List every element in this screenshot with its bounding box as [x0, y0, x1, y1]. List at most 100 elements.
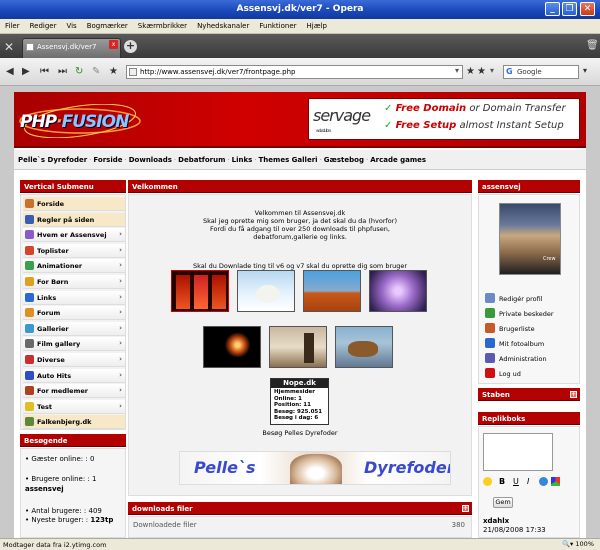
rewind-icon[interactable]: ⏮ [40, 66, 49, 77]
gallery-thumbnail[interactable] [237, 270, 295, 312]
gallery-thumbnail[interactable] [203, 326, 261, 368]
sidebar-item[interactable]: Regler på siden [23, 212, 125, 227]
page-viewport: PHP·FUSION servage web solutions ✓ Free D… [0, 86, 600, 538]
zoom-control[interactable]: 🔍▾ 100% [562, 540, 594, 548]
nav-link[interactable]: Debatforum [178, 156, 225, 164]
sidebar-item[interactable]: Forside [23, 197, 125, 211]
nav-link[interactable]: Downloads [129, 156, 172, 164]
pelles-dyrefoder-banner[interactable]: Pelle`s Dyrefoder [179, 451, 451, 485]
vertical-submenu: Forside Regler på siden Hvem er Assensvej ›… [20, 194, 126, 430]
search-input[interactable]: G Google [503, 65, 579, 79]
tools-icon[interactable]: ✕ [4, 40, 14, 54]
gallery-thumbnail[interactable] [335, 326, 393, 368]
newest-member-link[interactable]: 123tp [90, 516, 113, 524]
user-avatar[interactable]: Crew [499, 203, 561, 275]
menu-skaermbrikker[interactable]: Skærmbrikker [133, 19, 192, 33]
close-window-button[interactable]: ✕ [580, 2, 595, 16]
tab-assensvej[interactable]: Assensvj.dk/ver7 x [22, 38, 121, 58]
fast-forward-icon[interactable]: ⏭ [58, 66, 67, 77]
gallery-thumbnail[interactable] [303, 270, 361, 312]
color-palette-icon[interactable] [551, 477, 560, 486]
sidebar-item[interactable]: Test › [23, 399, 125, 414]
panel-title: Staben [482, 391, 510, 399]
shout-user[interactable]: xdahlx [483, 517, 509, 525]
submit-shout-button[interactable]: Gem [493, 497, 513, 508]
sidebar-item[interactable]: Film gallery › [23, 337, 125, 352]
address-input[interactable]: http://www.assensvej.dk/ver7/frontpage.p… [126, 65, 463, 79]
sidebar-item[interactable]: Auto Hits › [23, 368, 125, 383]
online-member-link[interactable]: assensvej [25, 485, 64, 493]
user-menu-icon [485, 368, 495, 378]
menu-nyhedskanaler[interactable]: Nyhedskanaler [192, 19, 254, 33]
nav-link[interactable]: Themes Galleri [259, 156, 318, 164]
download-info-text: Skal du Downlade ting til v6 og v7 skal … [192, 262, 408, 270]
forward-icon[interactable]: ▶ [22, 66, 30, 77]
sidebar-item[interactable]: Diverse › [23, 353, 125, 367]
reload-icon[interactable]: ↻ [75, 66, 83, 77]
smiley-icon[interactable] [483, 477, 492, 486]
sidebar-item-label: For medlemer [37, 387, 88, 396]
sidebar-item[interactable]: For medlemer › [23, 384, 125, 399]
visitor-counter[interactable]: Nope.dk Hjemmesider Online: 1 Position: … [270, 378, 329, 425]
maximize-button[interactable]: ❐ [562, 2, 577, 16]
bookmark-star-icon[interactable]: ★ [109, 66, 118, 77]
link-icon[interactable] [539, 477, 548, 486]
sidebar-item[interactable]: Falkenbjerg.dk [23, 415, 125, 430]
minimize-button[interactable]: _ [545, 2, 560, 16]
user-menu-item[interactable]: Redigér profil [485, 293, 543, 303]
sidebar-item[interactable]: Forum › [23, 306, 125, 321]
gallery-thumbnail[interactable] [369, 270, 427, 312]
back-icon[interactable]: ◀ [6, 66, 14, 77]
new-tab-button[interactable]: + [124, 40, 137, 53]
menu-hjaelp[interactable]: Hjælp [302, 19, 332, 33]
underline-button[interactable]: U [513, 477, 519, 486]
add-bookmark-star-icon[interactable]: ★ [466, 66, 475, 77]
user-menu-item[interactable]: Mit fotoalbum [485, 338, 544, 348]
servage-ad-banner[interactable]: servage web solutions ✓ Free Domain or Do… [308, 98, 580, 140]
check-icon: ✓ [384, 103, 393, 114]
nav-link[interactable]: Arcade games [370, 156, 426, 164]
chevron-right-icon: › [119, 277, 122, 285]
search-go-icon[interactable]: ▾ [583, 66, 587, 75]
sidebar-item[interactable]: Animationer › [23, 259, 125, 274]
welcome-panel: Velkommen til Assensvej.dk Skal jeg opre… [128, 194, 472, 496]
gallery-thumbnail[interactable] [171, 270, 229, 312]
sidebar-item[interactable]: Links › [23, 290, 125, 305]
nav-link[interactable]: Pelle`s Dyrefoder [18, 156, 87, 164]
nav-link[interactable]: Links [232, 156, 253, 164]
sidebar-item[interactable]: Gallerier › [23, 321, 125, 336]
downloads-header: downloads filer + [128, 502, 472, 515]
user-menu-item[interactable]: Administration [485, 353, 547, 363]
menu-vis[interactable]: Vis [61, 19, 81, 33]
sidebar-item-label: Diverse [37, 356, 65, 364]
expand-icon[interactable]: + [462, 505, 469, 512]
menu-filer[interactable]: Filer [0, 19, 25, 33]
shoutbox-textarea[interactable] [483, 433, 553, 471]
welcome-text: Velkommen til Assensvej.dk Skal jeg opre… [203, 209, 397, 241]
replikboks-panel: B U I Gem xdahlx 21/08/2008 17:33 [478, 426, 580, 538]
close-tab-icon[interactable]: x [109, 40, 118, 49]
menu-funktioner[interactable]: Funktioner [254, 19, 301, 33]
menu-item-icon [25, 308, 34, 318]
user-menu-item[interactable]: Brugerliste [485, 323, 535, 333]
gallery-thumbnail[interactable] [269, 326, 327, 368]
nav-link[interactable]: Gæstebog [324, 156, 364, 164]
logo-fusion-text: FUSION [61, 112, 130, 132]
phpfusion-logo[interactable]: PHP·FUSION [18, 104, 146, 138]
user-menu-item[interactable]: Log ud [485, 368, 521, 378]
trash-icon[interactable]: 🗑 [586, 40, 599, 51]
sidebar-item[interactable]: Toplister › [23, 243, 125, 258]
star-icon[interactable]: ★ [477, 66, 486, 77]
user-menu-item[interactable]: Private beskeder [485, 308, 554, 318]
bold-button[interactable]: B [499, 477, 505, 486]
menu-bogmaerker[interactable]: Bogmærker [82, 19, 133, 33]
expand-icon[interactable]: + [570, 391, 577, 398]
sidebar-item[interactable]: Hvem er Assensvej › [23, 228, 125, 243]
italic-button[interactable]: I [527, 477, 529, 486]
nav-link[interactable]: Forside [93, 156, 122, 164]
url-dropdown-icon[interactable]: ▾ [455, 66, 459, 75]
sidebar-item[interactable]: For Børn › [23, 275, 125, 289]
menu-rediger[interactable]: Rediger [25, 19, 62, 33]
search-engine-dropdown-icon[interactable]: ▾ [490, 66, 494, 75]
edit-icon[interactable]: ✎ [92, 66, 100, 77]
